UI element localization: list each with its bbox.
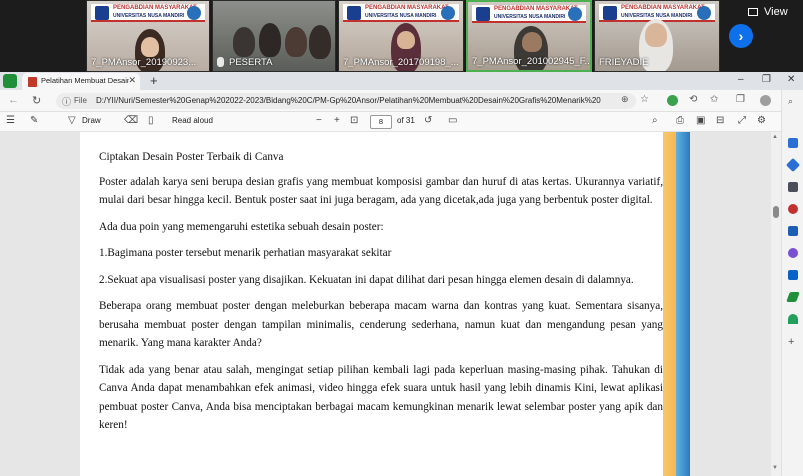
partner-logo-icon	[187, 6, 201, 20]
save-icon[interactable]: ▣	[696, 115, 705, 126]
scroll-down-icon[interactable]: ▼	[772, 465, 778, 471]
draw-icon[interactable]: ▽	[68, 115, 76, 126]
add-icon[interactable]: +	[788, 336, 798, 348]
pdf-icon	[28, 77, 37, 87]
paragraph: Poster adalah karya seni berupa desian g…	[99, 175, 663, 207]
participant-name: PESERTA	[229, 57, 273, 68]
total-pages: of 31	[397, 116, 415, 125]
partner-logo-icon	[568, 7, 582, 21]
favorites-icon[interactable]: ✩	[710, 94, 721, 105]
extension-icon[interactable]	[667, 95, 678, 106]
participant-name: 7_PMAnsor_201002945_F...	[472, 56, 592, 67]
rotate-icon[interactable]: ↺	[424, 115, 432, 126]
highlight-icon[interactable]: ✎	[30, 115, 38, 126]
paragraph: Ada dua poin yang memengaruhi estetika s…	[99, 220, 384, 233]
office-icon[interactable]	[788, 226, 798, 236]
search-icon[interactable]: ⌕	[652, 115, 658, 126]
participant-tile[interactable]: PENGABDIAN MASYARAKAT UNIVERSITAS NUSA M…	[594, 0, 720, 72]
pdf-toolbar: ☰ ✎ ▽ Draw ⌫ ▯ Read aloud − + ⊡ 8 of 31 …	[0, 112, 803, 132]
muted-mic-icon	[217, 57, 224, 67]
zoom-icon[interactable]: ⊕	[621, 94, 632, 105]
url-text: D:/YII/Nuri/Semester%20Genap%202022-2023…	[96, 96, 601, 105]
participant-name: 7_PMAnsor_201709198_...	[343, 57, 459, 68]
event-banner: PENGABDIAN MASYARAKAT UNIVERSITAS NUSA M…	[91, 4, 205, 22]
draw-button[interactable]: Draw	[82, 116, 101, 125]
profile-avatar[interactable]	[760, 95, 771, 106]
close-window-button[interactable]: ✕	[787, 74, 795, 85]
zoom-out-button[interactable]: −	[316, 115, 322, 126]
event-banner: PENGABDIAN MASYARAKAT UNIVERSITAS NUSA M…	[343, 4, 459, 22]
browser-window: Pelatihan Membuat Desain Grafis ✕ + – ❐ …	[0, 72, 803, 476]
save-as-icon[interactable]: ⊟	[716, 115, 724, 126]
university-logo-icon	[95, 6, 109, 20]
settings-gear-icon[interactable]: ⚙	[757, 115, 766, 126]
edge-sidebar: ⌕ +	[781, 90, 803, 476]
contents-icon[interactable]: ☰	[6, 115, 15, 126]
partner-logo-icon	[441, 6, 455, 20]
minimize-button[interactable]: –	[738, 74, 744, 85]
maximize-button[interactable]: ❐	[762, 74, 771, 85]
tag-icon[interactable]	[785, 157, 801, 173]
page-content: Ciptakan Desain Poster Terbaik di Canva …	[99, 148, 663, 443]
page-number-input[interactable]: 8	[370, 115, 392, 129]
paragraph: 2.Sekuat apa visualisasi poster yang dis…	[99, 273, 634, 286]
fullscreen-icon[interactable]: ⤢	[738, 115, 746, 126]
address-bar-row: ← ↻ ⓘ File D:/YII/Nuri/Semester%20Genap%…	[0, 90, 803, 112]
url-field[interactable]: ⓘ File D:/YII/Nuri/Semester%20Genap%2020…	[56, 93, 636, 109]
fit-page-icon[interactable]: ⊡	[350, 115, 358, 126]
close-tab-icon[interactable]: ✕	[128, 75, 136, 86]
back-icon[interactable]: ←	[8, 94, 19, 106]
page-view-icon[interactable]: ▯	[148, 115, 154, 126]
scroll-up-icon[interactable]: ▲	[772, 134, 778, 140]
tab-bar: Pelatihan Membuat Desain Grafis ✕ + – ❐ …	[0, 72, 803, 90]
participant-tile[interactable]: PESERTA	[212, 0, 336, 72]
tools-icon[interactable]	[788, 182, 798, 192]
bing-icon[interactable]	[788, 138, 798, 148]
participant-tile-active-speaker[interactable]: PENGABDIAN MASYARAKAT UNIVERSITAS NUSA M…	[466, 0, 592, 72]
print-icon[interactable]: ⎙	[676, 115, 684, 126]
grid-view-icon[interactable]	[748, 8, 758, 16]
collections-icon[interactable]: ❐	[736, 94, 747, 105]
paragraph: Beberapa orang membuat poster dengan mel…	[99, 300, 663, 349]
send-icon[interactable]	[786, 292, 800, 302]
university-logo-icon	[603, 6, 617, 20]
search-icon[interactable]: ⌕	[788, 96, 798, 106]
read-aloud-button[interactable]: Read aloud	[172, 116, 213, 125]
outlook-icon[interactable]	[788, 270, 798, 280]
games-icon[interactable]	[788, 204, 798, 214]
page-decoration	[676, 132, 690, 476]
chevron-right-icon: ›	[738, 28, 744, 44]
paragraph: Tidak ada yang benar atau salah, menging…	[99, 363, 663, 432]
tab-pdf-document[interactable]: Pelatihan Membuat Desain Grafis ✕	[22, 73, 140, 90]
participant-name: 7_PMAnsor_20190923...	[91, 57, 197, 68]
pdf-viewer[interactable]: Ciptakan Desain Poster Terbaik di Canva …	[0, 132, 771, 476]
paragraph: 1.Bagimana poster tersebut menarik perha…	[99, 247, 392, 259]
participant-tile[interactable]: PENGABDIAN MASYARAKAT UNIVERSITAS NUSA M…	[86, 0, 210, 72]
drop-icon[interactable]	[788, 314, 798, 324]
event-banner: PENGABDIAN MASYARAKAT UNIVERSITAS NUSA M…	[472, 5, 586, 23]
new-tab-button[interactable]: +	[150, 73, 158, 88]
tab-title: Pelatihan Membuat Desain Grafis	[41, 76, 129, 85]
university-logo-icon	[476, 7, 490, 21]
participant-video-strip: PENGABDIAN MASYARAKAT UNIVERSITAS NUSA M…	[0, 0, 803, 72]
refresh-icon[interactable]: ↻	[32, 94, 41, 107]
copilot-sidebar-icon[interactable]	[788, 248, 798, 258]
university-logo-icon	[347, 6, 361, 20]
section-heading: Ciptakan Desain Poster Terbaik di Canva	[99, 151, 284, 163]
vertical-scrollbar[interactable]: ▲ ▼	[771, 132, 781, 476]
next-participants-button[interactable]: ›	[729, 24, 753, 48]
partner-logo-icon	[697, 6, 711, 20]
eraser-icon[interactable]: ⌫	[124, 115, 138, 126]
info-icon[interactable]: ⓘ	[62, 95, 71, 108]
shield-icon[interactable]	[3, 74, 17, 88]
pdf-page: Ciptakan Desain Poster Terbaik di Canva …	[80, 132, 690, 476]
zoom-in-button[interactable]: +	[334, 115, 340, 126]
participant-name: FRIEYADIE	[599, 57, 649, 68]
participant-tile[interactable]: PENGABDIAN MASYARAKAT UNIVERSITAS NUSA M…	[338, 0, 464, 72]
copilot-icon[interactable]: ⟲	[689, 94, 700, 105]
scroll-thumb[interactable]	[773, 206, 779, 218]
two-page-icon[interactable]: ▭	[448, 115, 457, 126]
view-button[interactable]: View	[764, 6, 788, 18]
favorite-star-icon[interactable]: ☆	[640, 94, 651, 105]
